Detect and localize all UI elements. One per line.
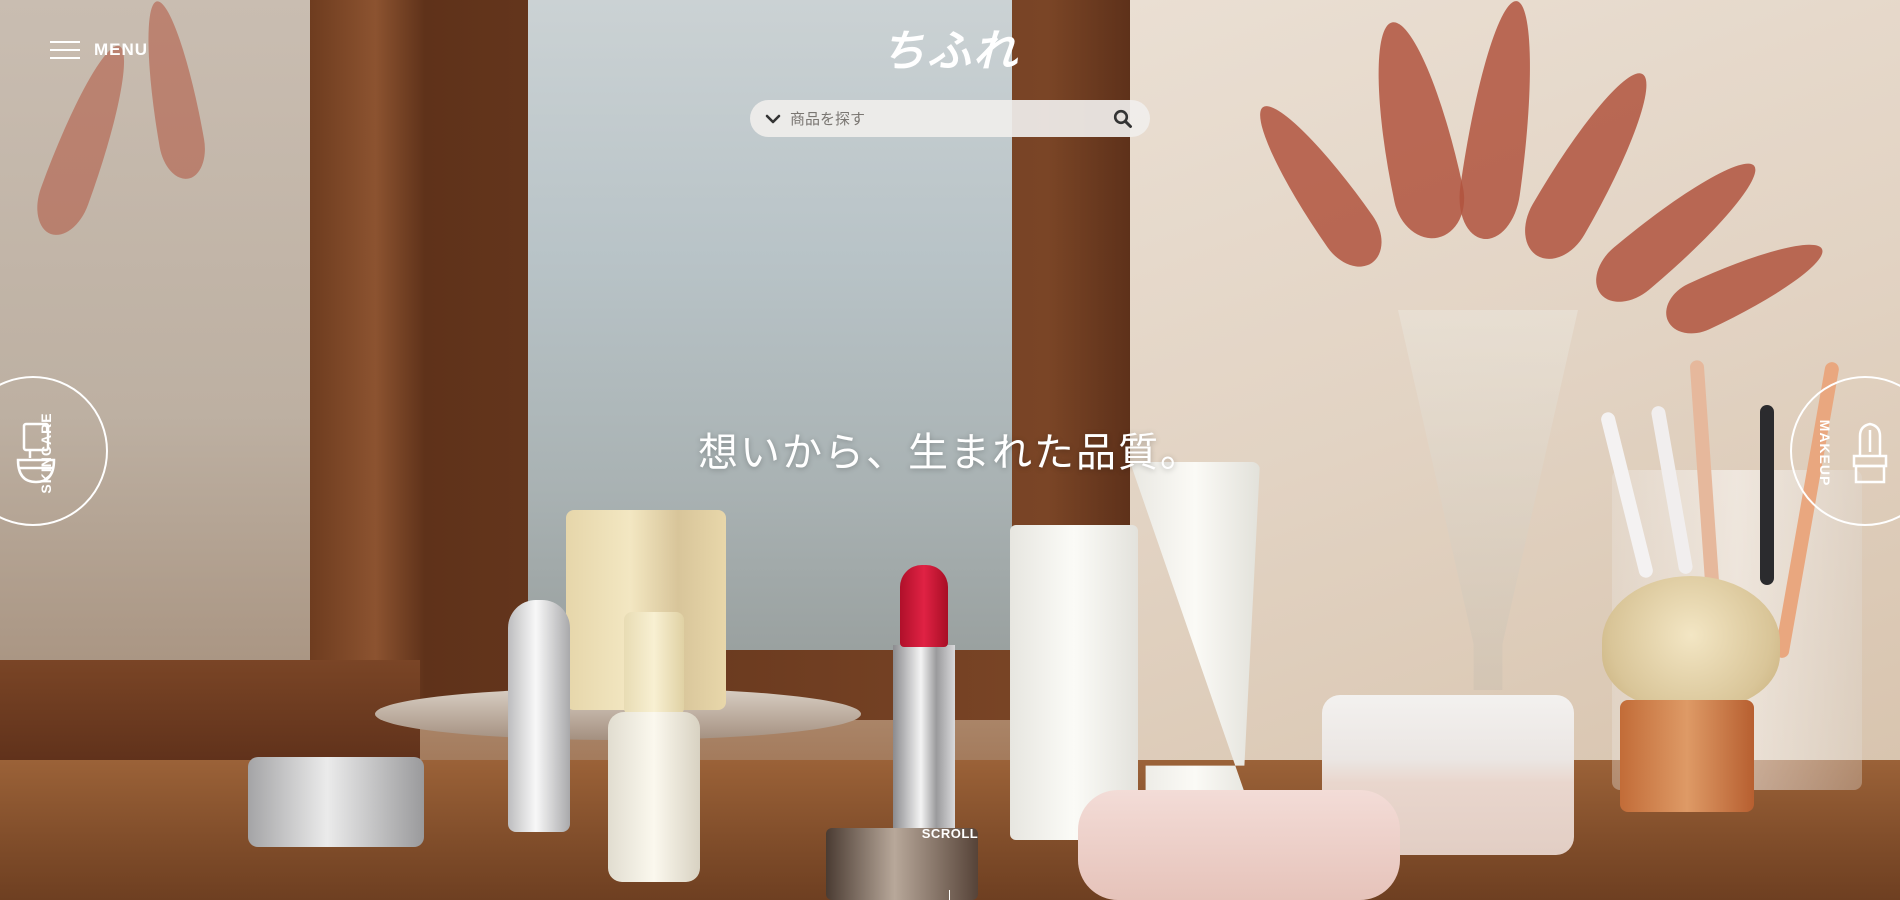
logo-text: ちふれ <box>881 26 1019 77</box>
nail-polish-bottle <box>608 712 700 882</box>
product-search <box>750 100 1150 137</box>
search-icon[interactable] <box>1112 108 1134 130</box>
menu-button[interactable]: MENU <box>50 38 148 62</box>
skincare-label: SKINCARE <box>38 412 54 494</box>
menu-label: MENU <box>94 40 149 59</box>
compact <box>1078 790 1400 900</box>
side-mirror-frame <box>0 660 420 770</box>
search-input[interactable] <box>790 109 1112 128</box>
lipstick-case <box>893 645 955 835</box>
kabuki-brush <box>1602 576 1780 708</box>
product-tin <box>248 757 424 847</box>
nail-polish-cap <box>624 612 684 716</box>
hamburger-icon <box>50 39 80 61</box>
makeup-label: MAKEUP <box>1817 419 1833 487</box>
lipstick-icon <box>1852 422 1888 484</box>
scroll-indicator[interactable]: SCROLL <box>900 826 1000 841</box>
scroll-line <box>949 890 950 900</box>
chevron-down-icon[interactable] <box>764 110 782 128</box>
product-stick <box>508 600 570 832</box>
brush <box>1760 405 1774 585</box>
lipstick <box>900 565 948 647</box>
logo[interactable]: ちふれ <box>870 18 1030 77</box>
hero-tagline: 想いから、生まれた品質。 <box>698 430 1202 476</box>
brush-base <box>1620 700 1754 812</box>
